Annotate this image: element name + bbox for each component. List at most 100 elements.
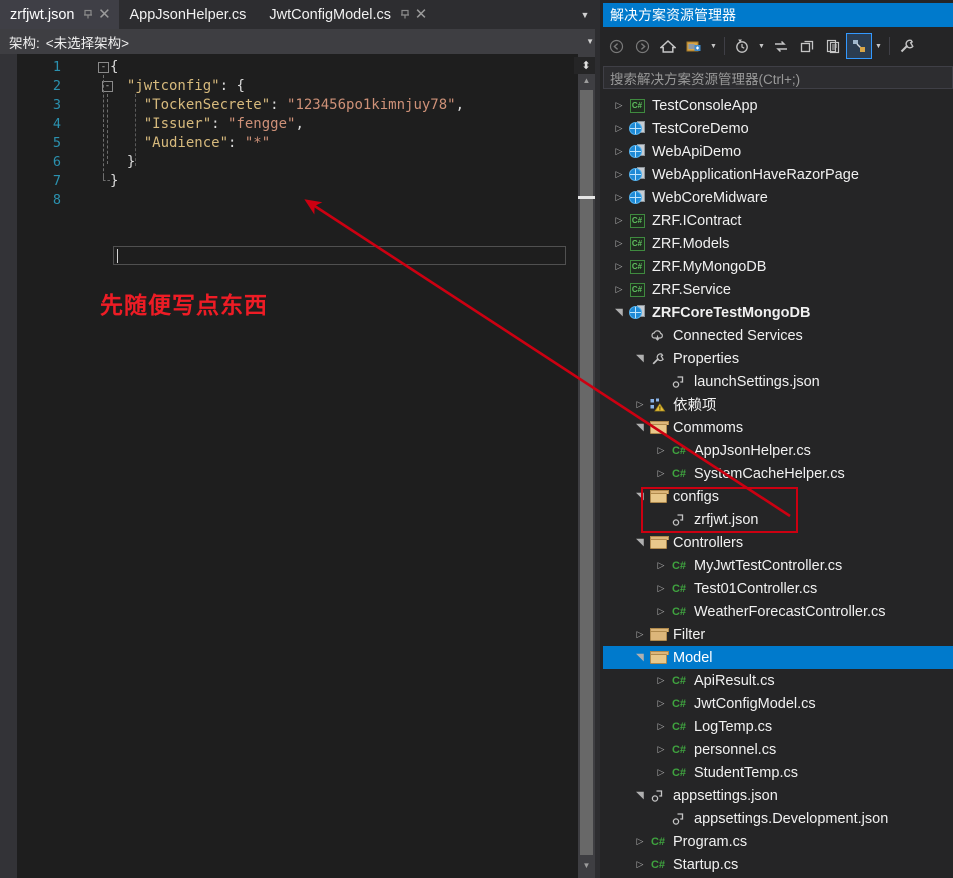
line-number: 4: [52, 116, 61, 132]
pending-changes-icon[interactable]: [681, 33, 707, 59]
chevron-collapsed-icon[interactable]: ▷: [611, 117, 627, 140]
chevron-collapsed-icon[interactable]: ▷: [653, 600, 669, 623]
scrollbar-triangle-up-icon[interactable]: ▲: [578, 72, 595, 89]
tree-item-studenttemp-cs[interactable]: ▷ C# StudentTemp.cs: [603, 761, 953, 784]
tree-item-properties[interactable]: ◢ Properties: [603, 347, 953, 370]
chevron-collapsed-icon[interactable]: ▷: [653, 439, 669, 462]
chevron-collapsed-icon[interactable]: ▷: [653, 462, 669, 485]
code-line: {: [110, 59, 118, 75]
tree-item-weatherforecastcontroller-cs[interactable]: ▷ C# WeatherForecastController.cs: [603, 600, 953, 623]
forward-icon[interactable]: [629, 33, 655, 59]
csharp-file-icon: C#: [671, 467, 687, 480]
tree-item-logtemp-cs[interactable]: ▷ C# LogTemp.cs: [603, 715, 953, 738]
chevron-collapsed-icon[interactable]: ▷: [611, 255, 627, 278]
chevron-expanded-icon[interactable]: ◢: [629, 535, 652, 551]
chevron-collapsed-icon[interactable]: ▷: [653, 692, 669, 715]
chevron-collapsed-icon[interactable]: ▷: [653, 715, 669, 738]
close-icon[interactable]: ✕: [413, 7, 429, 23]
scrollbar-triangle-down-icon[interactable]: ▼: [578, 857, 595, 874]
tree-item-controllers[interactable]: ◢ Controllers: [603, 531, 953, 554]
chevron-collapsed-icon[interactable]: ▷: [611, 209, 627, 232]
chevron-collapsed-icon[interactable]: ▷: [611, 94, 627, 117]
fold-collapse-icon[interactable]: -: [98, 62, 109, 73]
expander-placeholder: [653, 370, 669, 393]
tree-item-zrfcoretestmongodb[interactable]: ◢ ZRFCoreTestMongoDB: [603, 301, 953, 324]
chevron-collapsed-icon[interactable]: ▷: [632, 853, 648, 876]
tree-item-personnel-cs[interactable]: ▷ C# personnel.cs: [603, 738, 953, 761]
home-icon[interactable]: [655, 33, 681, 59]
chevron-collapsed-icon[interactable]: ▷: [653, 577, 669, 600]
framework-selector-bar[interactable]: 架构: <未选择架构> ▼: [0, 29, 600, 54]
editor-vertical-scrollbar-thumb[interactable]: [580, 90, 593, 855]
chevron-expanded-icon[interactable]: ◢: [608, 305, 631, 321]
back-icon[interactable]: [603, 33, 629, 59]
chevron-expanded-icon[interactable]: ◢: [629, 650, 652, 666]
pending-changes-dropdown-icon[interactable]: ▼: [707, 33, 720, 59]
sync-icon[interactable]: [768, 33, 794, 59]
tree-item-testcoredemo[interactable]: ▷ TestCoreDemo: [603, 117, 953, 140]
framework-label: 架构:: [9, 35, 40, 51]
pin-icon[interactable]: [80, 7, 96, 23]
tree-item-zrf-icontract[interactable]: ▷ C# ZRF.IContract: [603, 209, 953, 232]
chevron-collapsed-icon[interactable]: ▷: [653, 761, 669, 784]
tree-item-commoms[interactable]: ◢ Commoms: [603, 416, 953, 439]
editor-tab-jwtconfigmodel-cs[interactable]: JwtConfigModel.cs ✕: [259, 0, 437, 29]
tree-item-program-cs[interactable]: ▷ C# Program.cs: [603, 830, 953, 853]
chevron-collapsed-icon[interactable]: ▷: [653, 554, 669, 577]
chevron-collapsed-icon[interactable]: ▷: [632, 830, 648, 853]
tree-item-test01controller-cs[interactable]: ▷ C# Test01Controller.cs: [603, 577, 953, 600]
chevron-expanded-icon[interactable]: ◢: [629, 351, 652, 367]
tree-item-model[interactable]: ◢ Model: [603, 646, 953, 669]
solution-explorer-search-input[interactable]: 搜索解决方案资源管理器(Ctrl+;): [603, 66, 953, 89]
solution-explorer-tree[interactable]: ▷ C# TestConsoleApp ▷ TestCoreDemo ▷ WebApiDem…: [603, 94, 953, 878]
properties-icon[interactable]: [820, 33, 846, 59]
chevron-collapsed-icon[interactable]: ▷: [632, 393, 648, 416]
tree-item-launchsettings-json[interactable]: launchSettings.json: [603, 370, 953, 393]
tree-item-webcoremidware[interactable]: ▷ WebCoreMidware: [603, 186, 953, 209]
tree-item-jwtconfigmodel-cs[interactable]: ▷ C# JwtConfigModel.cs: [603, 692, 953, 715]
tree-item-apiresult-cs[interactable]: ▷ C# ApiResult.cs: [603, 669, 953, 692]
tree-item-startup-cs[interactable]: ▷ C# Startup.cs: [603, 853, 953, 876]
chevron-collapsed-icon[interactable]: ▷: [653, 669, 669, 692]
chevron-expanded-icon[interactable]: ◢: [629, 788, 652, 804]
tree-item-testconsoleapp[interactable]: ▷ C# TestConsoleApp: [603, 94, 953, 117]
code-editor-surface[interactable]: 12345678 -- { "jwtconfig": { "TockenSecr…: [0, 54, 600, 878]
tab-overflow-chevron-down-icon[interactable]: ▼: [574, 0, 596, 29]
tree-item-zrf-service[interactable]: ▷ C# ZRF.Service: [603, 278, 953, 301]
tree-item-filter[interactable]: ▷ Filter: [603, 623, 953, 646]
chevron-collapsed-icon[interactable]: ▷: [611, 186, 627, 209]
editor-tab-appjsonhelper-cs[interactable]: AppJsonHelper.cs: [119, 0, 260, 29]
chevron-collapsed-icon[interactable]: ▷: [632, 623, 648, 646]
tree-item-systemcachehelper-cs[interactable]: ▷ C# SystemCacheHelper.cs: [603, 462, 953, 485]
tree-item-myjwttestcontroller-cs[interactable]: ▷ C# MyJwtTestController.cs: [603, 554, 953, 577]
history-icon[interactable]: [729, 33, 755, 59]
properties-window-icon[interactable]: [894, 33, 920, 59]
tree-item-webapplicationhaverazorpage[interactable]: ▷ WebApplicationHaveRazorPage: [603, 163, 953, 186]
chevron-collapsed-icon[interactable]: ▷: [653, 738, 669, 761]
tree-item-webapidemo[interactable]: ▷ WebApiDemo: [603, 140, 953, 163]
tree-item-依赖项[interactable]: ▷ 依赖项: [603, 393, 953, 416]
collapse-all-icon[interactable]: [794, 33, 820, 59]
chevron-expanded-icon[interactable]: ◢: [629, 420, 652, 436]
chevron-collapsed-icon[interactable]: ▷: [611, 163, 627, 186]
chevron-collapsed-icon[interactable]: ▷: [611, 278, 627, 301]
chevron-collapsed-icon[interactable]: ▷: [611, 232, 627, 255]
close-icon[interactable]: ✕: [96, 7, 112, 23]
editor-tab-zrfjwt-json[interactable]: zrfjwt.json ✕: [0, 0, 120, 29]
framework-chevron-down-icon[interactable]: ▼: [586, 29, 594, 54]
chevron-collapsed-icon[interactable]: ▷: [611, 140, 627, 163]
pin-icon[interactable]: [397, 7, 413, 23]
preview-selected-items-icon[interactable]: [846, 33, 872, 59]
tree-item-appsettings-json[interactable]: ◢ appsettings.json: [603, 784, 953, 807]
tree-item-zrf-mymongodb[interactable]: ▷ C# ZRF.MyMongoDB: [603, 255, 953, 278]
tree-item-label: WebApiDemo: [652, 143, 742, 160]
tree-item-appjsonhelper-cs[interactable]: ▷ C# AppJsonHelper.cs: [603, 439, 953, 462]
preview-dropdown-icon[interactable]: ▼: [872, 33, 885, 59]
tree-item-appsettings-development-json[interactable]: appsettings.Development.json: [603, 807, 953, 830]
tree-item-label: ZRFCoreTestMongoDB: [652, 304, 811, 321]
history-dropdown-icon[interactable]: ▼: [755, 33, 768, 59]
connected-services-icon: [648, 324, 668, 347]
tree-item-zrf-models[interactable]: ▷ C# ZRF.Models: [603, 232, 953, 255]
tree-item-label: MyJwtTestController.cs: [694, 557, 843, 574]
tree-item-connected-services[interactable]: Connected Services: [603, 324, 953, 347]
